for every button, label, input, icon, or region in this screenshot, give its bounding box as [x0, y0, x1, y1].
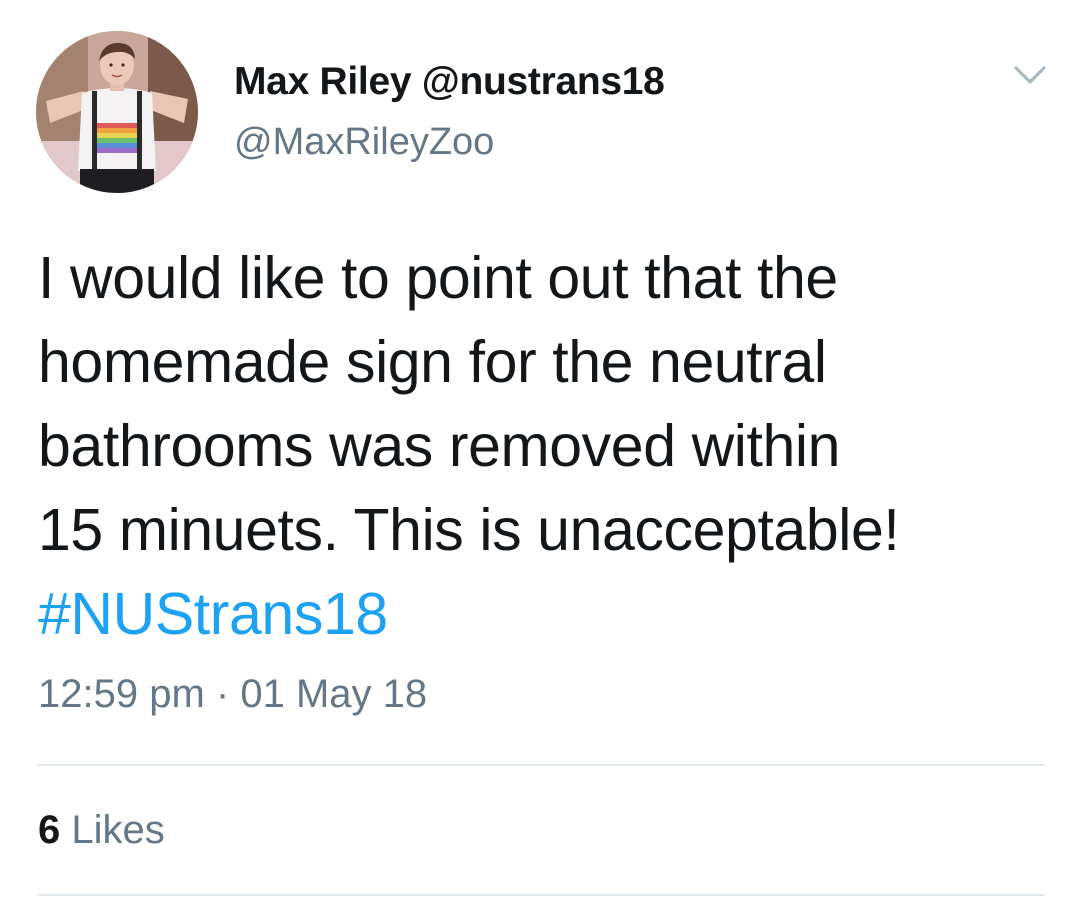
tweet-menu-button[interactable] [1010, 60, 1050, 90]
tweet-time: 12:59 pm [38, 672, 205, 716]
tweet-date: 01 May 18 [240, 672, 428, 716]
tweet-text-line: homemade sign for the neutral [38, 329, 827, 395]
tweet-timestamp[interactable]: 12:59 pm · 01 May 18 [38, 672, 427, 717]
tweet-text-line: bathrooms was removed within [38, 413, 841, 479]
tweet-text-line: I would like to point out that the [38, 245, 838, 311]
tweet-text: I would like to point out that the homem… [38, 236, 1048, 656]
divider [38, 764, 1044, 766]
tweet-text-line: 15 minuets. This is unacceptable! [38, 497, 900, 563]
author-handle[interactable]: @MaxRileyZoo [234, 121, 494, 164]
author-display-name[interactable]: Max Riley @nustrans18 [234, 60, 665, 104]
avatar[interactable] [36, 31, 198, 193]
hashtag-link[interactable]: #NUStrans18 [38, 572, 1048, 656]
divider [38, 894, 1044, 896]
chevron-down-icon [1014, 66, 1046, 84]
likes-label: Likes [71, 808, 165, 852]
profile-photo [36, 31, 198, 193]
timestamp-separator: · [215, 672, 230, 716]
tweet-detail: Max Riley @nustrans18 @MaxRileyZoo I wou… [0, 0, 1080, 900]
likes-count: 6 [38, 808, 61, 852]
likes-stat[interactable]: 6 Likes [38, 808, 165, 853]
